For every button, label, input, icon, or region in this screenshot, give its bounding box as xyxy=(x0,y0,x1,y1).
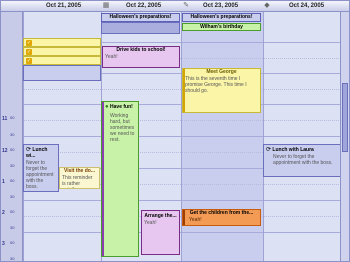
event-drive-kids[interactable]: Drive kids to school! Yeah! xyxy=(102,46,180,68)
time-gutter: 11 00 30 12 00 30 1 00 30 2 00 30 3 00 3… xyxy=(1,12,23,261)
grid-line xyxy=(24,104,101,105)
event-lunch-laura[interactable]: ⟳ Lunch with Laura Never to forget the a… xyxy=(263,144,342,177)
event-visit-doctor[interactable]: Visit the do... This reminder is rather … xyxy=(59,167,100,189)
event-arrange[interactable]: Arrange the... Yeah! xyxy=(141,210,180,255)
hour-label: 2 xyxy=(2,210,5,216)
grid-line xyxy=(264,73,343,74)
event-have-fun[interactable]: ● Have fun! Working hard, but sometimes … xyxy=(101,101,139,257)
grid-line xyxy=(24,216,101,217)
grid-line xyxy=(264,232,343,233)
vertical-scrollbar[interactable] xyxy=(340,12,349,261)
grid-line xyxy=(182,42,263,43)
grid-line xyxy=(182,120,263,121)
grid-line xyxy=(264,104,343,105)
selected-slot[interactable] xyxy=(23,65,101,81)
grid-line xyxy=(182,184,263,185)
grid-line xyxy=(182,58,263,59)
edit-pencil-icon: ✎ xyxy=(183,2,189,9)
event-meet-george[interactable]: Meet George This is the seventh time I p… xyxy=(182,68,261,113)
minute-label: 00 xyxy=(10,209,15,214)
check-icon: ✓ xyxy=(26,58,32,64)
day-header-4[interactable]: Oct 24, 2005 xyxy=(289,1,324,11)
grid-line xyxy=(24,136,101,137)
check-icon: ✓ xyxy=(26,49,32,55)
grid-line xyxy=(182,152,263,153)
allday-event-span[interactable] xyxy=(101,22,180,34)
grid-line xyxy=(102,89,181,90)
minute-label: 30 xyxy=(10,132,15,137)
grid-line xyxy=(264,89,343,90)
day-header-3[interactable]: Oct 23, 2005 xyxy=(203,1,238,11)
minute-label: 00 xyxy=(10,240,15,245)
hour-label: 11 xyxy=(2,116,8,122)
hour-label: 12 xyxy=(2,148,8,154)
day-column-4[interactable] xyxy=(263,12,343,261)
grid-line xyxy=(182,168,263,169)
minute-label: 30 xyxy=(10,194,15,199)
grid-line xyxy=(24,200,101,201)
grid-line xyxy=(264,216,343,217)
task-event[interactable]: ✓ xyxy=(23,38,101,47)
task-event[interactable]: ✓ xyxy=(23,56,101,65)
minute-label: 00 xyxy=(10,147,15,152)
navigate-icon: ◆ xyxy=(264,2,270,9)
scrollbar-thumb[interactable] xyxy=(342,83,348,152)
allday-event[interactable]: Halloween's preparations! xyxy=(101,13,180,22)
event-get-children[interactable]: Get the children from the... Yeah! xyxy=(182,209,261,226)
event-lunch[interactable]: ⟳ Lunch wi... Never to forget the appoin… xyxy=(23,144,59,192)
event-flag-icon: ● xyxy=(105,104,109,110)
calendar-window: Oct 21, 2005 ▦ Oct 22, 2005 ✎ Oct 23, 20… xyxy=(0,0,350,262)
hour-label: 3 xyxy=(2,241,5,247)
hour-label: 1 xyxy=(2,179,5,185)
task-event[interactable]: ✓ xyxy=(23,47,101,56)
date-header: Oct 21, 2005 ▦ Oct 22, 2005 ✎ Oct 23, 20… xyxy=(1,1,349,12)
minute-label: 30 xyxy=(10,163,15,168)
grid-line xyxy=(24,89,101,90)
grid-line xyxy=(264,42,343,43)
grid-line xyxy=(182,232,263,233)
grid-line xyxy=(182,136,263,137)
grid-line xyxy=(264,184,343,185)
minute-label: 30 xyxy=(10,256,15,261)
grid-line xyxy=(102,42,181,43)
grid-line xyxy=(264,136,343,137)
day-header-1[interactable]: Oct 21, 2005 xyxy=(46,1,81,11)
calendar-icon: ▦ xyxy=(102,2,110,9)
allday-event[interactable]: Halloween's preparations! xyxy=(182,13,261,22)
allday-event[interactable]: Wilham's birthday xyxy=(182,23,261,31)
grid-line xyxy=(182,200,263,201)
day-header-2[interactable]: Oct 22, 2005 xyxy=(126,1,161,11)
grid-line xyxy=(24,232,101,233)
grid-line xyxy=(264,58,343,59)
minute-label: 00 xyxy=(10,115,15,120)
minute-label: 30 xyxy=(10,225,15,230)
minute-label: 00 xyxy=(10,178,15,183)
recurrence-icon: ⟳ xyxy=(266,147,272,153)
grid-line xyxy=(102,73,181,74)
grid-line xyxy=(24,120,101,121)
grid-line xyxy=(264,120,343,121)
check-icon: ✓ xyxy=(26,40,32,46)
grid-line xyxy=(264,200,343,201)
